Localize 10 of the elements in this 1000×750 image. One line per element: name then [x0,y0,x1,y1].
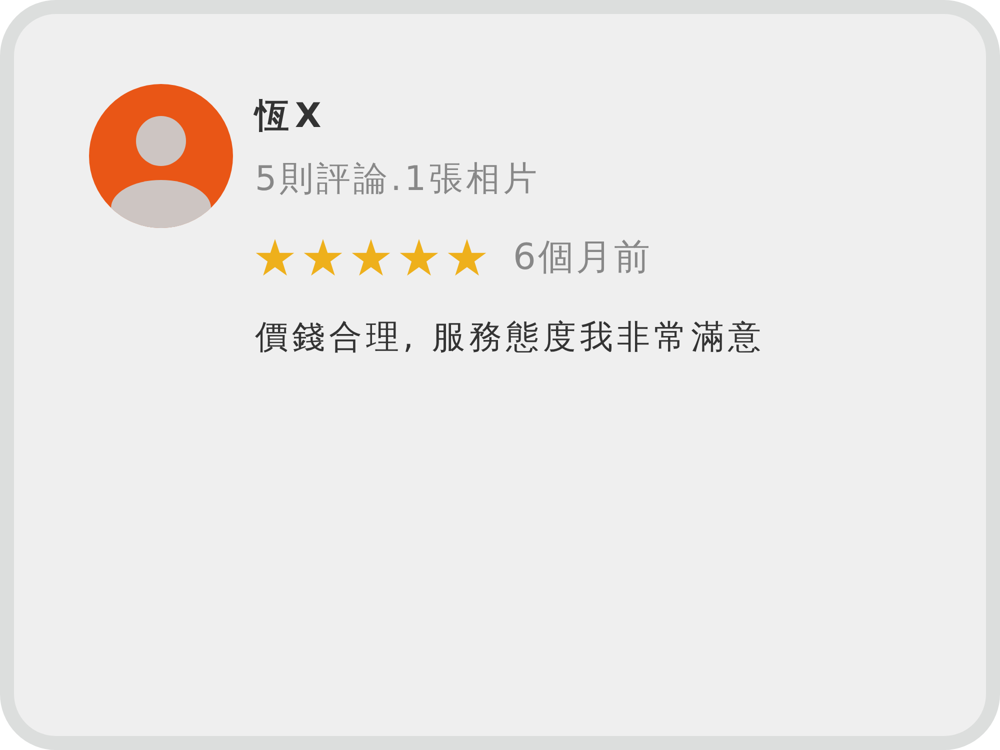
review-count: 5則評論.1張相片 [255,158,542,201]
review-text: 價錢合理, 服務態度我非常滿意 [255,316,765,358]
avatar-icon [89,84,233,228]
star-icon [351,239,391,277]
star-icon [255,239,295,277]
star-icon [303,239,343,277]
review-time: 6個月前 [513,236,652,280]
star-icon [447,239,487,277]
star-icon [399,239,439,277]
reviewer-name: 恆X [255,95,328,138]
